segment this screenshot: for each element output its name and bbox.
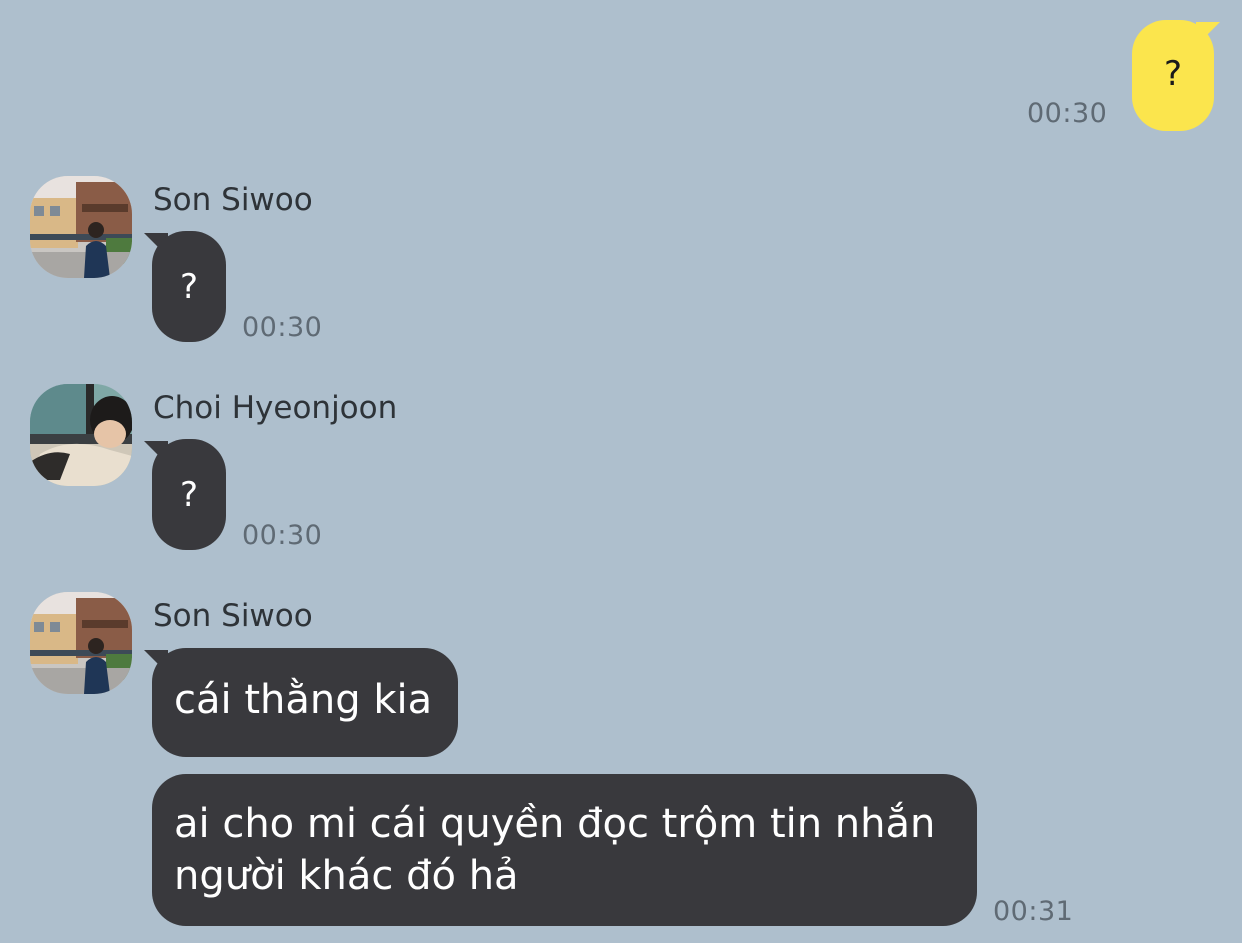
message-text: cái thằng kia xyxy=(174,677,433,723)
message-timestamp: 00:30 xyxy=(242,312,323,343)
message-timestamp: 00:31 xyxy=(993,896,1074,927)
sender-name: Choi Hyeonjoon xyxy=(153,390,398,426)
avatar-photo xyxy=(30,176,132,278)
sender-name: Son Siwoo xyxy=(153,182,313,218)
avatar[interactable] xyxy=(30,176,132,278)
message-text: ? xyxy=(1163,54,1183,94)
message-bubble[interactable]: ? xyxy=(152,439,226,550)
message-text: ai cho mi cái quyền đọc trộm tin nhắn ng… xyxy=(174,801,936,899)
message-timestamp: 00:30 xyxy=(1027,98,1108,129)
message-timestamp: 00:30 xyxy=(242,520,323,551)
message-text: ? xyxy=(179,475,199,515)
avatar-photo xyxy=(30,384,132,486)
avatar-photo xyxy=(30,592,132,694)
message-bubble[interactable]: ? xyxy=(152,231,226,342)
avatar[interactable] xyxy=(30,592,132,694)
message-bubble[interactable]: cái thằng kia xyxy=(152,648,458,757)
message-bubble[interactable]: ai cho mi cái quyền đọc trộm tin nhắn ng… xyxy=(152,774,977,926)
avatar[interactable] xyxy=(30,384,132,486)
message-bubble[interactable]: ? xyxy=(1132,20,1214,131)
sender-name: Son Siwoo xyxy=(153,598,313,634)
message-text: ? xyxy=(179,267,199,307)
